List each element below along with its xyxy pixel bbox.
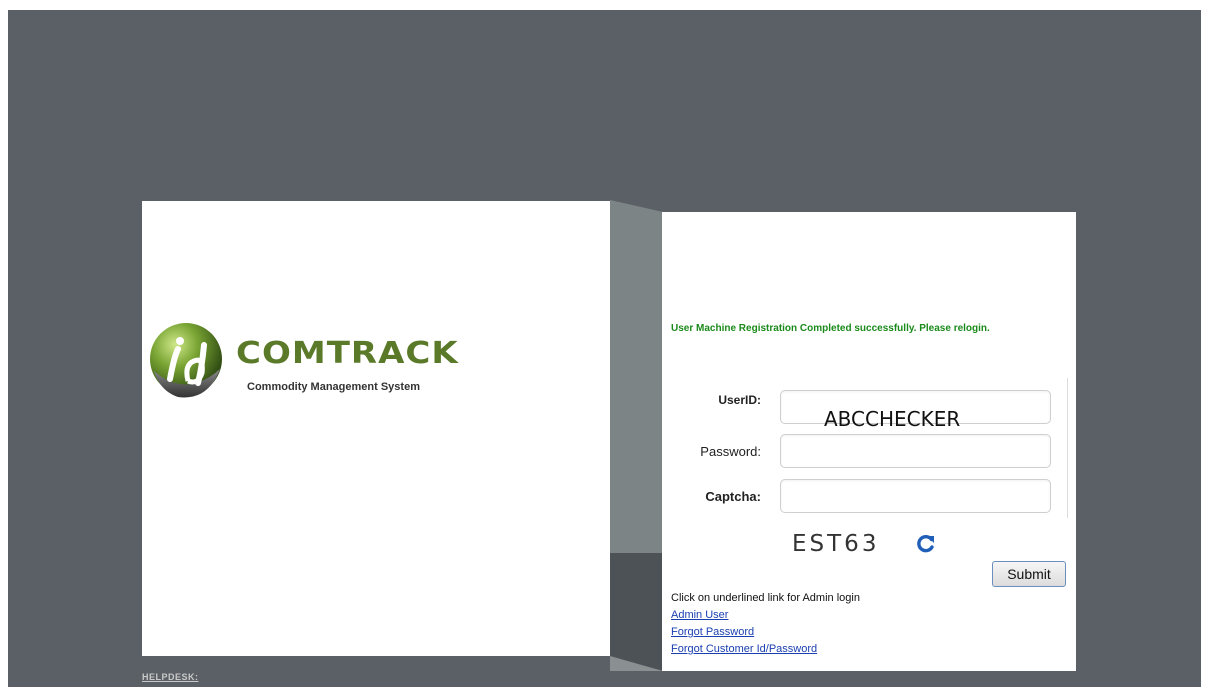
forgot-customer-id-link[interactable]: Forgot Customer Id/Password	[671, 643, 817, 655]
branding-panel: COMTRACK Commodity Management System	[142, 201, 610, 656]
success-message: User Machine Registration Completed succ…	[671, 323, 990, 334]
password-input[interactable]	[780, 434, 1051, 468]
login-panel: User Machine Registration Completed succ…	[662, 212, 1076, 671]
brand-tagline: Commodity Management System	[247, 381, 420, 393]
userid-label: UserID:	[718, 393, 761, 407]
helpdesk-link[interactable]: HELPDESK:	[142, 672, 199, 682]
field-divider	[1067, 378, 1068, 518]
comtrack-logo: COMTRACK Commodity Management System	[148, 321, 458, 403]
submit-button[interactable]: Submit	[992, 561, 1066, 587]
password-label: Password:	[700, 444, 761, 459]
brand-name: COMTRACK	[236, 335, 459, 371]
admin-login-note: Click on underlined link for Admin login	[671, 592, 860, 604]
captcha-input[interactable]	[780, 479, 1051, 513]
userid-input[interactable]: ABCCHECKER	[780, 390, 1051, 431]
captcha-label: Captcha:	[705, 489, 761, 504]
refresh-icon[interactable]	[916, 534, 936, 554]
admin-user-link[interactable]: Admin User	[671, 609, 728, 621]
comtrack-logo-icon	[150, 323, 222, 398]
captcha-code: EST63	[792, 531, 880, 557]
forgot-password-link[interactable]: Forgot Password	[671, 626, 754, 638]
panel-connector	[610, 200, 663, 671]
